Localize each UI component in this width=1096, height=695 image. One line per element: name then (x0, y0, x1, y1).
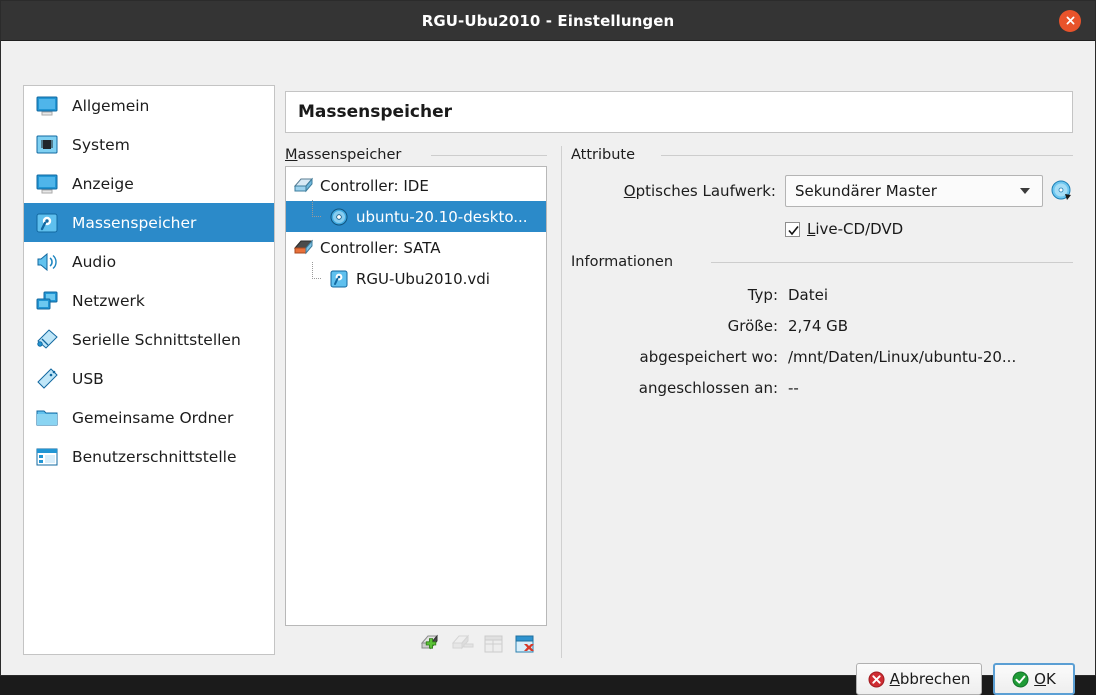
sidebar-item-label: Allgemein (72, 96, 150, 115)
title-bar: RGU-Ubu2010 - Einstellungen (1, 1, 1095, 41)
chip-icon (34, 132, 60, 158)
add-attachment-icon (482, 632, 506, 656)
page-title-text: Massenspeicher (298, 102, 452, 122)
storage-toolbar (285, 630, 547, 658)
settings-window: RGU-Ubu2010 - Einstellungen Allgemein Sy… (0, 0, 1096, 695)
window-title: RGU-Ubu2010 - Einstellungen (421, 11, 675, 30)
checkbox-box (785, 221, 800, 237)
sidebar-item-gemeinsame-ordner[interactable]: Gemeinsame Ordner (24, 398, 274, 437)
sidebar-item-label: USB (72, 369, 104, 388)
storage-group-divider (431, 155, 547, 156)
tree-row-label: RGU-Ubu2010.vdi (356, 269, 490, 288)
sidebar-item-audio[interactable]: Audio (24, 242, 274, 281)
settings-sidebar[interactable]: Allgemein System Anzeige Massenspeicher … (23, 85, 275, 655)
cancel-icon (868, 671, 885, 688)
ok-button-label: OK (1034, 670, 1056, 688)
tree-row[interactable]: RGU-Ubu2010.vdi (286, 261, 546, 294)
cancel-button[interactable]: Abbrechen (856, 663, 982, 695)
info-label-abgespeichert-wo: abgespeichert wo: (639, 348, 779, 366)
network-icon (34, 288, 60, 314)
sidebar-item-label: Audio (72, 252, 117, 271)
info-label-angeschlossen-an: angeschlossen an: (638, 379, 778, 397)
dialog-body: Allgemein System Anzeige Massenspeicher … (1, 41, 1095, 695)
tree-row-label: Controller: IDE (320, 176, 429, 195)
info-value-abgespeichert-wo: /mnt/Daten/Linux/ubuntu-20... (788, 348, 1017, 366)
info-label-typ: Typ: (747, 286, 778, 304)
page-title: Massenspeicher (285, 91, 1073, 133)
serial-port-icon (34, 327, 60, 353)
ide-controller-icon (292, 175, 314, 197)
sidebar-item-system[interactable]: System (24, 125, 274, 164)
livecd-checkbox[interactable]: Live-CD/DVD (785, 220, 903, 238)
sidebar-item-benutzerschnittstelle[interactable]: Benutzerschnittstelle (24, 437, 274, 476)
harddisk-icon (328, 268, 350, 290)
tree-row[interactable]: Controller: SATA (286, 232, 546, 263)
sidebar-item-label: Benutzerschnittstelle (72, 447, 237, 466)
info-value-angeschlossen-an: -- (788, 379, 799, 397)
tree-elbow-icon (308, 199, 322, 228)
monitor-icon (34, 93, 60, 119)
storage-tree[interactable]: Controller: IDE ubuntu-20.10-deskto... C… (285, 166, 547, 626)
cd-disc-icon (328, 206, 350, 228)
remove-attachment-icon[interactable] (513, 632, 537, 656)
panel-splitter[interactable] (561, 146, 562, 658)
sidebar-item-label: Massenspeicher (72, 213, 197, 232)
tree-row-label: ubuntu-20.10-deskto... (356, 207, 528, 226)
attributes-group-divider (661, 155, 1073, 156)
ok-button[interactable]: OK (993, 663, 1075, 695)
sata-controller-icon (292, 237, 314, 259)
sidebar-item-netzwerk[interactable]: Netzwerk (24, 281, 274, 320)
ok-icon (1012, 671, 1029, 688)
usb-icon (34, 366, 60, 392)
close-icon[interactable] (1059, 9, 1081, 32)
tree-elbow-icon (308, 261, 322, 290)
harddisk-icon (34, 210, 60, 236)
sidebar-item-label: Anzeige (72, 174, 134, 193)
livecd-label: Live-CD/DVD (807, 220, 904, 238)
information-group-label: Informationen (571, 254, 680, 270)
tree-row[interactable]: Controller: IDE (286, 170, 546, 201)
tree-row[interactable]: ubuntu-20.10-deskto... (286, 199, 546, 232)
optical-drive-value: Sekundärer Master (795, 182, 937, 200)
monitor-icon (34, 171, 60, 197)
info-label-groesse: Größe: (727, 317, 778, 335)
sidebar-item-label: Serielle Schnittstellen (72, 330, 241, 349)
sidebar-item-allgemein[interactable]: Allgemein (24, 86, 274, 125)
remove-controller-icon (451, 632, 475, 656)
info-value-groesse: 2,74 GB (788, 317, 849, 335)
window-icon (34, 444, 60, 470)
info-value-typ: Datei (788, 286, 829, 304)
cd-browse-icon[interactable] (1050, 179, 1074, 203)
attributes-group-label: Attribute (571, 147, 642, 163)
cancel-button-label: Abbrechen (889, 670, 971, 688)
storage-group-label: Massenspeicher (285, 147, 408, 163)
add-controller-icon[interactable] (420, 632, 444, 656)
sidebar-item-serielle-schnittstellen[interactable]: Serielle Schnittstellen (24, 320, 274, 359)
information-group-divider (711, 262, 1073, 263)
sidebar-item-anzeige[interactable]: Anzeige (24, 164, 274, 203)
optical-drive-label: Optisches Laufwerk: (623, 182, 776, 200)
optical-drive-select[interactable]: Sekundärer Master (785, 175, 1043, 207)
tree-row-label: Controller: SATA (320, 238, 441, 257)
speaker-icon (34, 249, 60, 275)
chevron-down-icon (1020, 188, 1030, 194)
sidebar-item-massenspeicher[interactable]: Massenspeicher (24, 203, 274, 242)
sidebar-item-label: Netzwerk (72, 291, 145, 310)
sidebar-item-label: Gemeinsame Ordner (72, 408, 234, 427)
sidebar-item-usb[interactable]: USB (24, 359, 274, 398)
sidebar-item-label: System (72, 135, 130, 154)
folder-icon (34, 405, 60, 431)
